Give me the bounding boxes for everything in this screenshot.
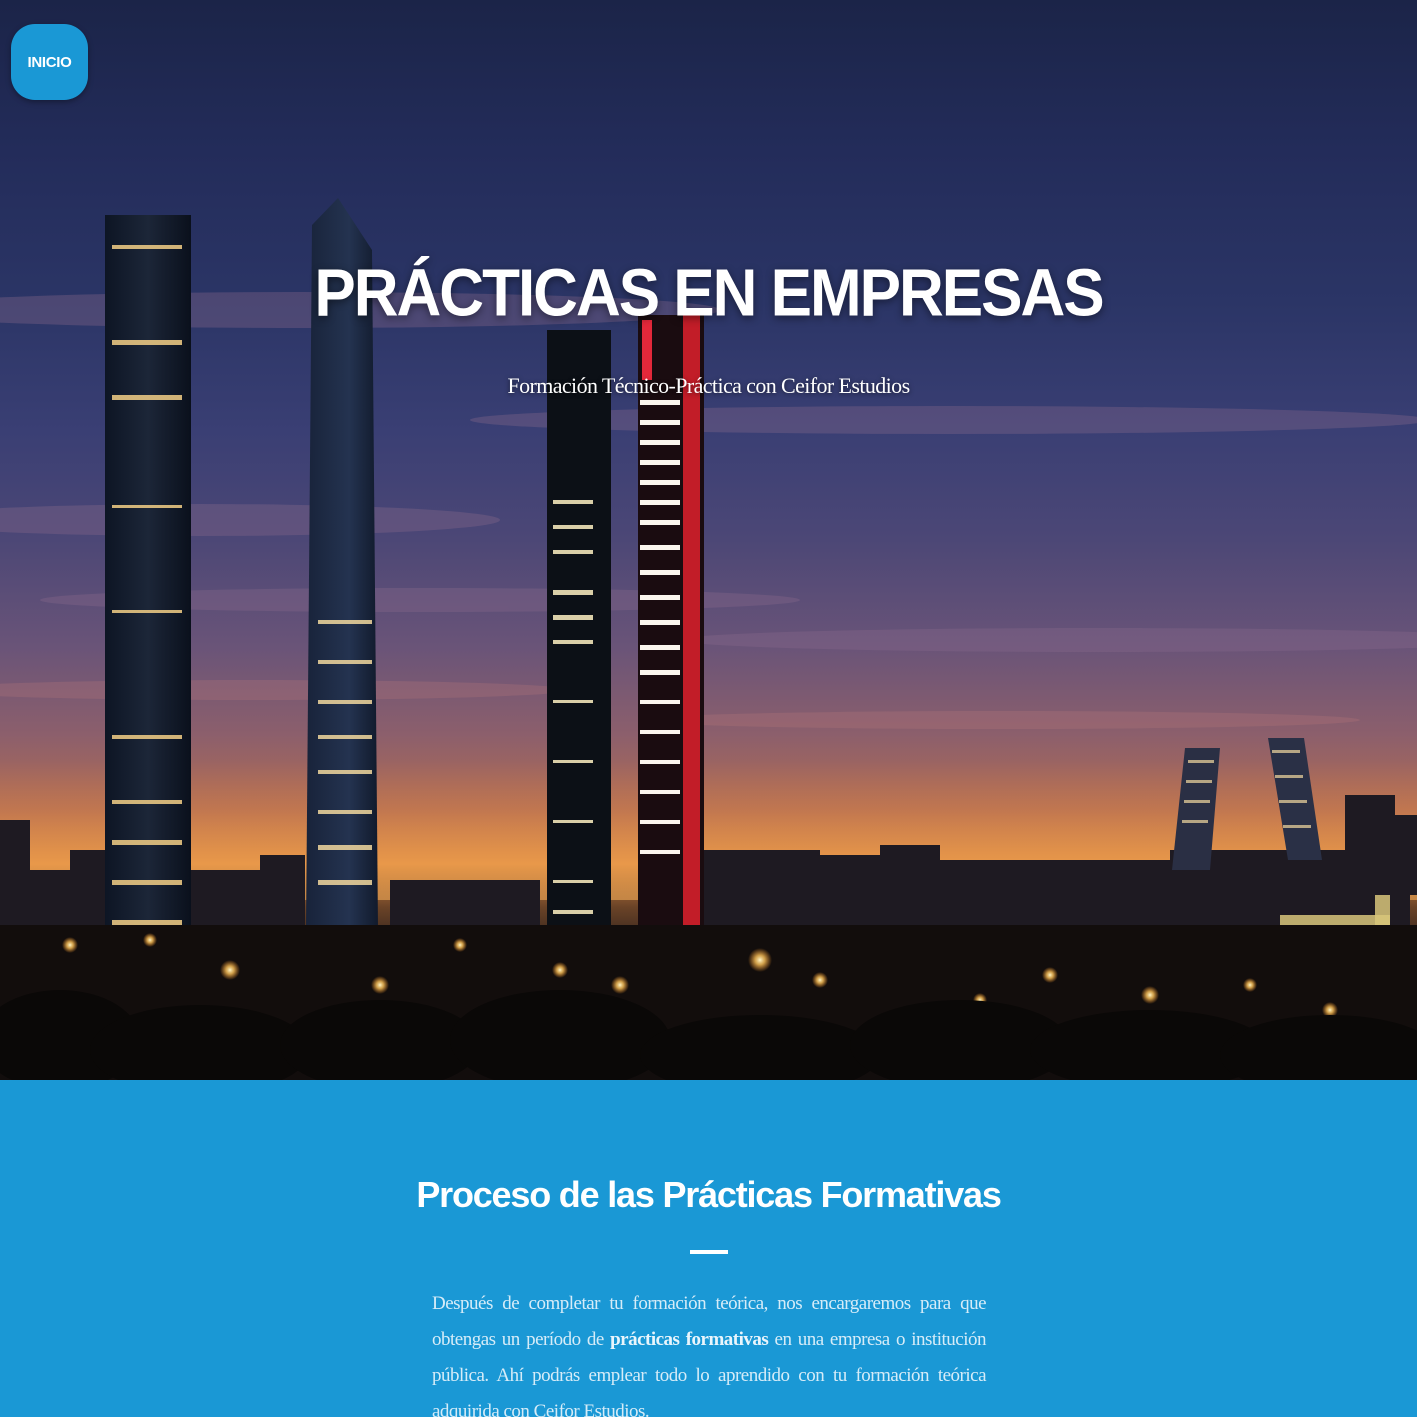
description-highlight: prácticas formativas [610,1329,769,1350]
section-title: Proceso de las Prácticas Formativas [416,1174,1002,1215]
page-title: PRÁCTICAS EN EMPRESAS [314,256,1104,331]
hero-section: INICIO PRÁCTICAS EN EMPRESAS Formación T… [0,0,1417,1080]
section-description: Después de completar tu formación teóric… [432,1286,987,1417]
home-button[interactable]: INICIO [11,24,88,100]
hero-subtitle: Formación Técnico-Práctica con Ceifor Es… [507,373,910,398]
section-divider [690,1250,728,1254]
city-skyline-image [0,198,1417,1080]
info-section: Proceso de las Prácticas Formativas Desp… [0,1080,1417,1417]
